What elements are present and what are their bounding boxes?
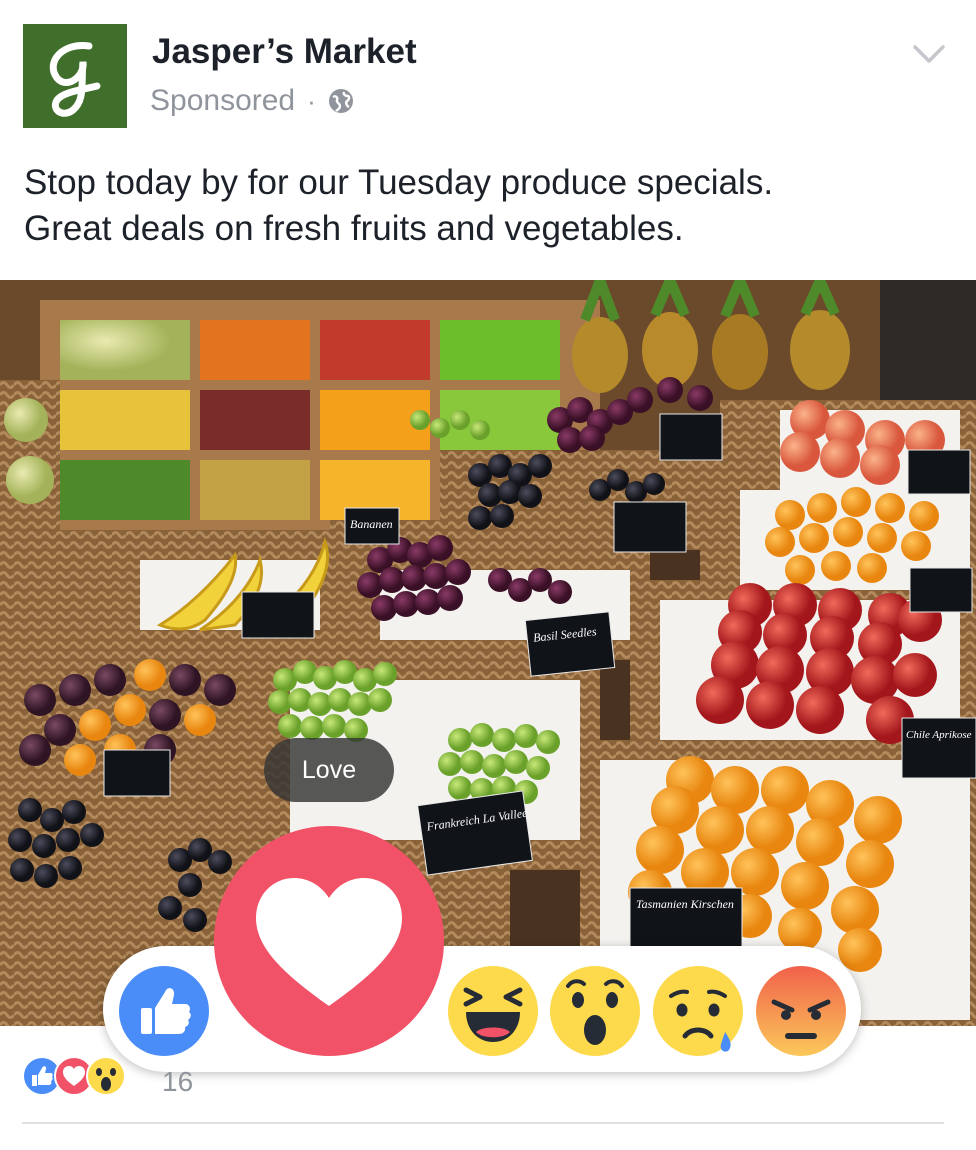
price-tag-text: Bananen [350, 517, 393, 531]
chevron-down-icon[interactable] [912, 40, 946, 68]
page-avatar[interactable] [23, 24, 127, 128]
post-meta: Sponsored · [150, 84, 354, 118]
reaction-count[interactable]: 16 [162, 1066, 193, 1098]
like-icon [119, 966, 209, 1056]
angry-icon [756, 966, 846, 1056]
reaction-tooltip: Love [264, 738, 394, 802]
love-reaction-button[interactable] [214, 826, 444, 1056]
post-text: Stop today by for our Tuesday produce sp… [24, 160, 944, 252]
globe-icon [328, 89, 353, 113]
like-reaction-button[interactable] [119, 966, 209, 1056]
price-tag-text: Tasmanien Kirschen [636, 897, 734, 911]
post-photo[interactable]: Bananen Basil Seedles Frankreich La Vall… [0, 280, 976, 1026]
wow-reaction-button[interactable] [550, 966, 640, 1056]
haha-icon [448, 966, 538, 1056]
post-text-line: Great deals on fresh fruits and vegetabl… [24, 209, 684, 248]
angry-reaction-button[interactable] [756, 966, 846, 1056]
price-tag-text: Chile Aprikose [906, 729, 972, 741]
haha-reaction-button[interactable] [448, 966, 538, 1056]
market-produce-photo: Bananen Basil Seedles Frankreich La Vall… [0, 280, 976, 1026]
reaction-summary[interactable] [22, 1056, 126, 1096]
sad-reaction-button[interactable] [653, 966, 743, 1056]
footer-divider [22, 1122, 944, 1124]
love-icon [214, 826, 444, 1056]
post-text-line: Stop today by for our Tuesday produce sp… [24, 163, 774, 202]
jaspers-logo-icon [23, 24, 127, 128]
wow-icon [550, 966, 640, 1056]
sponsored-label: Sponsored [150, 84, 296, 117]
meta-separator: · [307, 85, 316, 116]
wow-icon [86, 1056, 126, 1096]
sad-icon [653, 966, 743, 1056]
page-name-link[interactable]: Jasper’s Market [152, 32, 417, 72]
summary-wow-icon [86, 1056, 126, 1096]
